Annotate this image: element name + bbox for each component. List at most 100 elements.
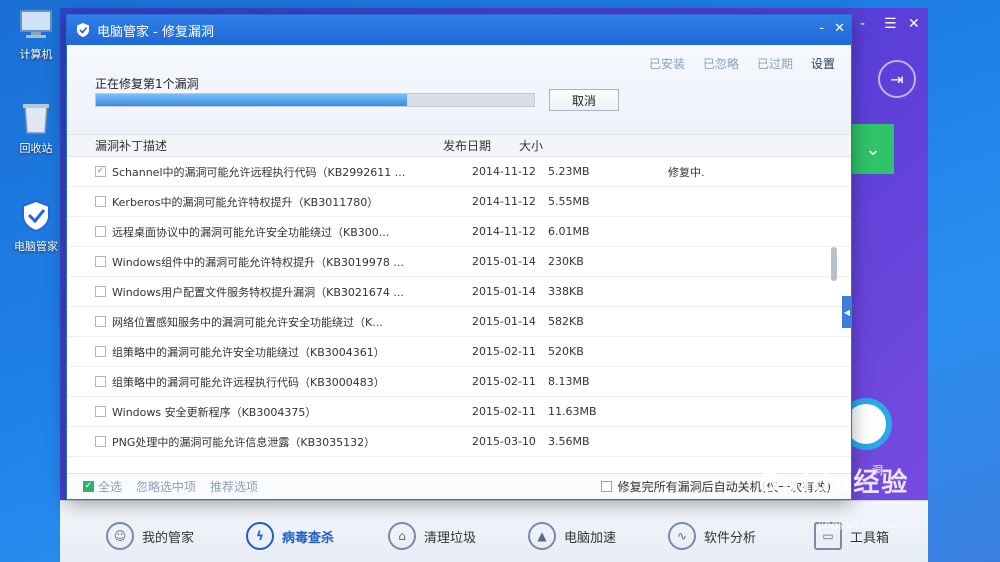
row-size: 230KB (548, 255, 584, 268)
row-checkbox[interactable]: ✓ (95, 166, 106, 177)
row-size: 338KB (548, 285, 584, 298)
column-description[interactable]: 漏洞补丁描述 (67, 137, 443, 154)
row-date: 2015-01-14 (472, 315, 536, 328)
chart-icon: ∿ (668, 522, 696, 550)
column-size[interactable]: 大小 (519, 137, 599, 154)
row-size: 5.55MB (548, 195, 590, 208)
column-date[interactable]: 发布日期 (443, 137, 519, 154)
bg-close-button[interactable]: ✕ (908, 16, 920, 32)
row-date: 2015-01-14 (472, 255, 536, 268)
row-date: 2015-02-11 (472, 405, 536, 418)
ignored-link[interactable]: 已忽略 (703, 55, 739, 72)
broom-icon: ⌂ (388, 522, 416, 550)
settings-link[interactable]: 设置 (811, 55, 835, 72)
row-date: 2015-02-11 (472, 375, 536, 388)
row-checkbox[interactable] (95, 316, 106, 327)
table-row[interactable]: Windows 安全更新程序（KB3004375） 2015-02-11 11.63… (67, 397, 851, 427)
row-description: 网络位置感知服务中的漏洞可能允许安全功能绕过（K... (112, 315, 383, 329)
row-checkbox[interactable] (95, 436, 106, 447)
computer-icon (18, 6, 54, 42)
row-date: 2014-11-12 (472, 225, 536, 238)
desktop-icon-label: 电脑管家 (14, 240, 58, 253)
progress-fill (96, 94, 407, 106)
row-date: 2014-11-12 (472, 165, 536, 178)
nav-speed-up[interactable]: ▲ 电脑加速 (528, 522, 616, 550)
ignore-selected-link[interactable]: 忽略选中项 (136, 478, 196, 495)
rocket-icon: ▲ (528, 522, 556, 550)
row-description: 组策略中的漏洞可能允许安全功能绕过（KB3004361） (112, 345, 385, 359)
row-checkbox[interactable] (95, 286, 106, 297)
close-button[interactable]: ✕ (834, 21, 845, 36)
user-icon: ☺ (106, 522, 134, 550)
table-row[interactable]: Windows组件中的漏洞可能允许特权提升（KB3019978 ... 2015-… (67, 247, 851, 277)
cancel-button[interactable]: 取消 (549, 89, 619, 111)
nav-software-analysis[interactable]: ∿ 软件分析 (668, 522, 756, 550)
table-header: 漏洞补丁描述 发布日期 大小 (67, 135, 851, 157)
table-row[interactable]: Windows用户配置文件服务特权提升漏洞（KB3021674 ... 2015-… (67, 277, 851, 307)
row-checkbox[interactable] (95, 406, 106, 417)
row-date: 2015-02-11 (472, 345, 536, 358)
row-size: 582KB (548, 315, 584, 328)
row-date: 2015-03-10 (472, 435, 536, 448)
shield-icon (77, 23, 89, 37)
row-size: 3.56MB (548, 435, 590, 448)
select-all-checkbox[interactable]: ✓ 全选 (83, 478, 122, 495)
row-date: 2015-01-14 (472, 285, 536, 298)
expired-link[interactable]: 已过期 (757, 55, 793, 72)
table-row[interactable]: 网络位置感知服务中的漏洞可能允许安全功能绕过（K... 2015-01-14 582… (67, 307, 851, 337)
row-checkbox[interactable] (95, 376, 106, 387)
recycle-bin-icon (18, 100, 54, 136)
exit-icon[interactable]: ⇥ (878, 60, 916, 98)
row-description: Kerberos中的漏洞可能允许特权提升（KB3011780） (112, 195, 379, 209)
desktop-icon-computer[interactable]: 计算机 (8, 6, 64, 62)
table-row[interactable]: PNG处理中的漏洞可能允许信息泄露（KB3035132） 2015-03-10 3.… (67, 427, 851, 457)
bg-minimize-button[interactable]: - (860, 16, 865, 32)
table-row[interactable]: 远程桌面协议中的漏洞可能允许安全功能绕过（KB300... 2014-11-12 6… (67, 217, 851, 247)
row-date: 2014-11-12 (472, 195, 536, 208)
minimize-button[interactable]: - (819, 21, 824, 36)
row-checkbox[interactable] (95, 196, 106, 207)
progress-area: 已安装 已忽略 已过期 设置 正在修复第1个漏洞 取消 (67, 45, 851, 135)
row-checkbox[interactable] (95, 226, 106, 237)
row-description: Windows组件中的漏洞可能允许特权提升（KB3019978 ... (112, 255, 404, 269)
lightning-icon: ϟ (246, 522, 274, 550)
row-size: 520KB (548, 345, 584, 358)
row-description: Windows 安全更新程序（KB3004375） (112, 405, 317, 419)
nav-my-manager[interactable]: ☺ 我的管家 (106, 522, 194, 550)
fix-vulnerability-dialog: 电脑管家 - 修复漏洞 - ✕ 已安装 已忽略 已过期 设置 正在修复第1个漏洞… (66, 14, 852, 500)
desktop-icon-pc-manager[interactable]: 电脑管家 (8, 198, 64, 254)
row-size: 6.01MB (548, 225, 590, 238)
table-row[interactable]: Kerberos中的漏洞可能允许特权提升（KB3011780） 2014-11-1… (67, 187, 851, 217)
row-size: 8.13MB (548, 375, 590, 388)
row-description: Windows用户配置文件服务特权提升漏洞（KB3021674 ... (112, 285, 404, 299)
table-row[interactable]: 组策略中的漏洞可能允许远程执行代码（KB3000483） 2015-02-11 8.… (67, 367, 851, 397)
chevron-down-icon[interactable]: ⌄ (852, 124, 894, 174)
installed-link[interactable]: 已安装 (649, 55, 685, 72)
bg-menu-button[interactable]: ☰ (884, 16, 897, 32)
vulnerability-list[interactable]: ✓ Schannel中的漏洞可能允许远程执行代码（KB2992611 ... 201… (67, 157, 851, 463)
scrollbar-thumb[interactable] (831, 247, 837, 281)
status-text: 正在修复第1个漏洞 (95, 77, 199, 91)
desktop-icon-recycle-bin[interactable]: 回收站 (8, 100, 64, 156)
top-links: 已安装 已忽略 已过期 设置 (649, 55, 835, 72)
table-row[interactable]: ✓ Schannel中的漏洞可能允许远程执行代码（KB2992611 ... 201… (67, 157, 851, 187)
recommended-link[interactable]: 推荐选项 (210, 478, 258, 495)
row-size: 5.23MB (548, 165, 590, 178)
row-size: 11.63MB (548, 405, 597, 418)
watermark-logo: Baidu经验 (760, 468, 910, 498)
row-checkbox[interactable] (95, 256, 106, 267)
row-description: PNG处理中的漏洞可能允许信息泄露（KB3035132） (112, 435, 376, 449)
shield-icon (18, 198, 54, 234)
dialog-titlebar: 电脑管家 - 修复漏洞 (67, 15, 851, 45)
nav-clean-junk[interactable]: ⌂ 清理垃圾 (388, 522, 476, 550)
row-description: Schannel中的漏洞可能允许远程执行代码（KB2992611 ... (112, 165, 406, 179)
row-description: 组策略中的漏洞可能允许远程执行代码（KB3000483） (112, 375, 385, 389)
watermark-url: jingyan.baidu.com (818, 518, 920, 531)
row-checkbox[interactable] (95, 346, 106, 357)
table-row[interactable]: 组策略中的漏洞可能允许安全功能绕过（KB3004361） 2015-02-11 52… (67, 337, 851, 367)
side-expand-tab[interactable]: ◀ (842, 296, 852, 328)
row-description: 远程桌面协议中的漏洞可能允许安全功能绕过（KB300... (112, 225, 390, 239)
nav-virus-scan[interactable]: ϟ 病毒查杀 (246, 522, 334, 550)
dialog-footer: ✓ 全选 忽略选中项 推荐选项 修复完所有漏洞后自动关机(仅一次有效) (67, 473, 851, 499)
desktop-icon-label: 回收站 (19, 142, 53, 155)
